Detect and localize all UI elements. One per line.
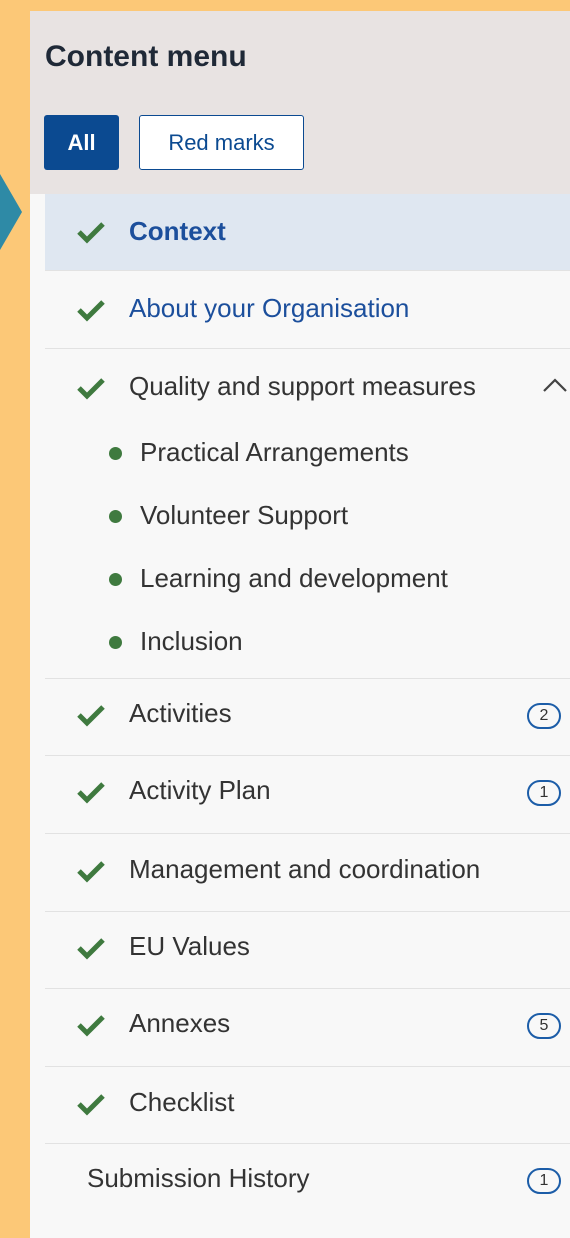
check-icon xyxy=(77,1094,105,1116)
menu-item-label: About your Organisation xyxy=(129,293,410,323)
check-icon xyxy=(77,705,105,727)
submenu-item-label: Practical Arrangements xyxy=(140,437,409,467)
submenu-item-volunteer-support[interactable]: Volunteer Support xyxy=(45,490,570,542)
check-icon xyxy=(77,938,105,960)
menu-item-eu-values[interactable]: EU Values xyxy=(45,912,570,989)
count-badge: 1 xyxy=(527,1168,561,1194)
menu-item-label: Activity Plan xyxy=(129,775,271,805)
filter-red-marks-button[interactable]: Red marks xyxy=(139,115,304,170)
menu-item-activities[interactable]: Activities 2 xyxy=(45,679,570,756)
count-badge: 1 xyxy=(527,780,561,806)
check-icon xyxy=(77,300,105,322)
submenu-item-practical-arrangements[interactable]: Practical Arrangements xyxy=(45,427,570,479)
menu-item-label: Management and coordination xyxy=(129,854,481,884)
panel-header: Content menu All Red marks xyxy=(30,11,570,194)
menu-item-label: EU Values xyxy=(129,931,250,961)
menu-item-label: Quality and support measures xyxy=(129,371,476,401)
menu-item-management-and-coordination[interactable]: Management and coordination xyxy=(45,834,570,912)
content-menu-panel: Content menu All Red marks Context About… xyxy=(30,11,570,1238)
menu-item-label: Annexes xyxy=(129,1008,231,1038)
submenu-item-label: Volunteer Support xyxy=(140,500,349,530)
check-icon xyxy=(77,782,105,804)
menu-item-label: Context xyxy=(129,216,226,246)
submenu-item-label: Learning and development xyxy=(140,563,448,593)
menu-item-annexes[interactable]: Annexes 5 xyxy=(45,989,570,1067)
submenu-item-label: Inclusion xyxy=(140,626,243,656)
bullet-icon xyxy=(109,447,122,460)
submenu-item-inclusion[interactable]: Inclusion xyxy=(45,616,570,668)
page-title: Content menu xyxy=(45,40,247,73)
menu-item-label: Submission History xyxy=(87,1163,310,1193)
check-icon xyxy=(77,378,105,400)
count-badge: 2 xyxy=(527,703,561,729)
bullet-icon xyxy=(109,636,122,649)
filter-all-button[interactable]: All xyxy=(44,115,119,170)
menu-item-about-your-organisation[interactable]: About your Organisation xyxy=(45,271,570,349)
submenu-item-learning-and-development[interactable]: Learning and development xyxy=(45,553,570,605)
menu-item-checklist[interactable]: Checklist xyxy=(45,1067,570,1144)
menu-item-quality-and-support-measures[interactable]: Quality and support measures Practical A… xyxy=(45,349,570,679)
menu-item-submission-history[interactable]: Submission History 1 xyxy=(45,1144,570,1221)
bullet-icon xyxy=(109,510,122,523)
menu-item-activity-plan[interactable]: Activity Plan 1 xyxy=(45,756,570,834)
check-icon xyxy=(77,222,105,244)
pointer-arrow xyxy=(0,174,22,250)
chevron-up-icon[interactable] xyxy=(541,377,569,393)
menu-item-context[interactable]: Context xyxy=(45,194,570,271)
bullet-icon xyxy=(109,573,122,586)
check-icon xyxy=(77,861,105,883)
menu-item-label: Activities xyxy=(129,698,232,728)
check-icon xyxy=(77,1015,105,1037)
menu-item-label: Checklist xyxy=(129,1087,235,1117)
count-badge: 5 xyxy=(527,1013,561,1039)
